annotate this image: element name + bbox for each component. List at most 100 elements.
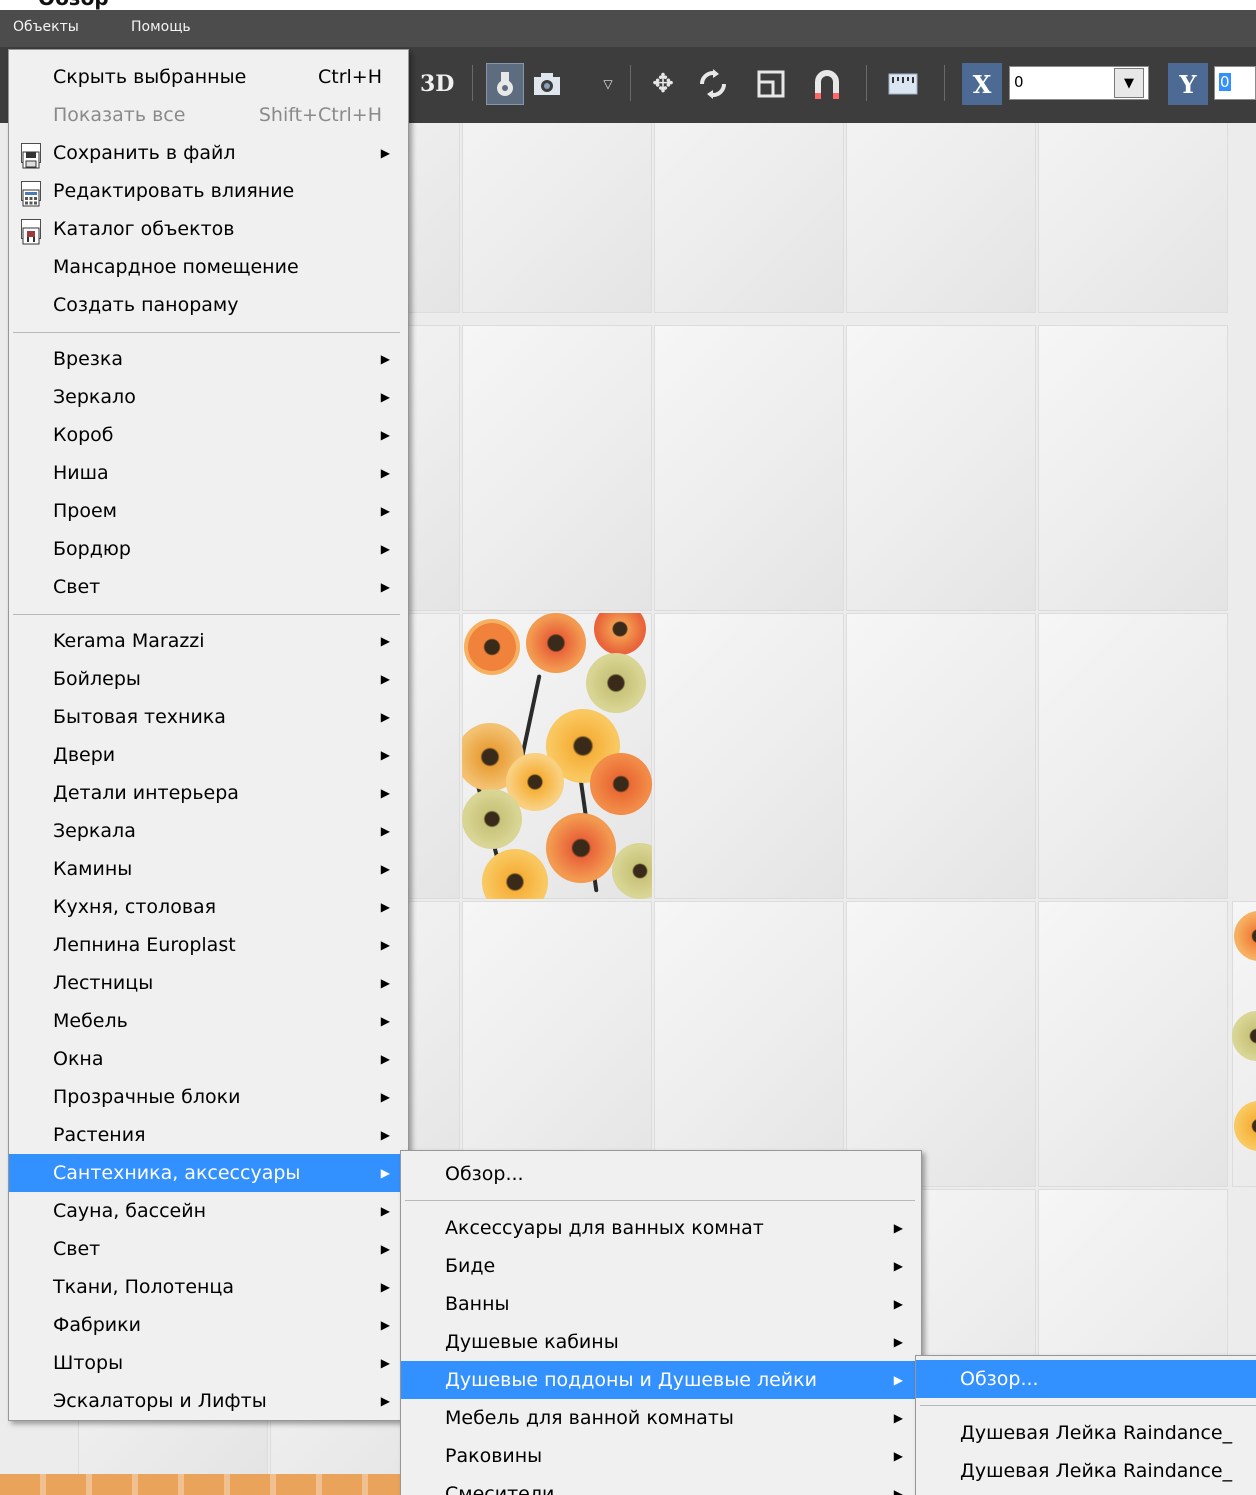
show-all-item[interactable]: Показать все Shift+Ctrl+H: [9, 96, 408, 134]
catalog-label: Фабрики: [53, 1314, 141, 1336]
catalog-item[interactable]: Свет ▶: [9, 1230, 408, 1268]
attic-room-item[interactable]: Мансардное помещение: [9, 248, 408, 286]
plumbing-item[interactable]: Раковины ▶: [401, 1437, 921, 1475]
construction-label: Бордюр: [53, 538, 131, 560]
catalog-item[interactable]: Двери ▶: [9, 736, 408, 774]
x-dropdown-button[interactable]: ▼: [1114, 68, 1144, 98]
catalog-item[interactable]: Ткани, Полотенца ▶: [9, 1268, 408, 1306]
plumbing-label: Биде: [445, 1255, 496, 1277]
catalog-item[interactable]: Окна ▶: [9, 1040, 408, 1078]
catalog-item[interactable]: Бытовая техника ▶: [9, 698, 408, 736]
toolbar-divider: [944, 65, 945, 101]
submenu-arrow-icon: ▶: [380, 634, 390, 648]
catalog-item[interactable]: Прозрачные блоки ▶: [9, 1078, 408, 1116]
move-icon[interactable]: ✥: [644, 63, 682, 105]
light-bulb-icon[interactable]: [486, 63, 524, 105]
plumbing-item[interactable]: Аксессуары для ванных комнат ▶: [401, 1209, 921, 1247]
catalog-item[interactable]: Зеркала ▶: [9, 812, 408, 850]
save-to-file-item[interactable]: Сохранить в файл ▶: [9, 134, 408, 172]
shower-item[interactable]: Душевая Лейка Raindance_: [916, 1452, 1256, 1490]
menu-help[interactable]: Помощь: [131, 19, 191, 35]
catalog-label: Детали интерьера: [53, 782, 239, 804]
plumbing-browse-item[interactable]: Обзор...: [401, 1155, 921, 1193]
catalog-label: Ткани, Полотенца: [53, 1276, 235, 1298]
catalog-item[interactable]: Kerama Marazzi ▶: [9, 622, 408, 660]
construction-item[interactable]: Короб ▶: [9, 416, 408, 454]
catalog-item[interactable]: Шторы ▶: [9, 1344, 408, 1382]
catalog-item[interactable]: Лестницы ▶: [9, 964, 408, 1002]
catalog-item[interactable]: Эскалаторы и Лифты ▶: [9, 1382, 408, 1420]
catalog-item[interactable]: Камины ▶: [9, 850, 408, 888]
submenu-arrow-icon: ▶: [893, 1449, 903, 1463]
plumbing-item[interactable]: Смесители ▶: [401, 1475, 921, 1495]
show-all-shortcut: Shift+Ctrl+H: [258, 104, 382, 126]
border-tile-strip: [0, 1474, 400, 1495]
catalog-label: Зеркала: [53, 820, 136, 842]
submenu-arrow-icon: ▶: [893, 1487, 903, 1495]
catalog-item[interactable]: Детали интерьера ▶: [9, 774, 408, 812]
floral-decor-tile: [1232, 901, 1256, 1187]
shower-item[interactable]: Душевая Лейка Raindance_: [916, 1414, 1256, 1452]
catalog-item-plumbing[interactable]: Сантехника, аксессуары ▶: [9, 1154, 408, 1192]
plumbing-item[interactable]: Ванны ▶: [401, 1285, 921, 1323]
submenu-arrow-icon: ▶: [380, 466, 390, 480]
scale-icon[interactable]: [752, 63, 790, 105]
submenu-arrow-icon: ▶: [380, 146, 390, 160]
rotate-icon[interactable]: [694, 63, 732, 105]
camera-icon[interactable]: [528, 63, 566, 105]
magnet-icon[interactable]: [808, 63, 846, 105]
edit-influence-item[interactable]: Редактировать влияние: [9, 172, 408, 210]
plumbing-item[interactable]: Мебель для ванной комнаты ▶: [401, 1399, 921, 1437]
y-coordinate-input[interactable]: 0: [1214, 66, 1256, 100]
shower-browse-item[interactable]: Обзор...: [916, 1360, 1256, 1398]
construction-item[interactable]: Свет ▶: [9, 568, 408, 606]
menu-separator: [13, 332, 400, 333]
construction-item[interactable]: Ниша ▶: [9, 454, 408, 492]
catalog-label: Шторы: [53, 1352, 124, 1374]
menu-bar: Объекты Помощь: [0, 10, 1256, 47]
construction-item[interactable]: Бордюр ▶: [9, 530, 408, 568]
plumbing-item-shower-trays[interactable]: Душевые поддоны и Душевые лейки ▶: [401, 1361, 921, 1399]
construction-label: Короб: [53, 424, 114, 446]
mode-3d-button[interactable]: 3D: [420, 71, 454, 97]
x-axis-label: X: [962, 63, 1002, 105]
shower-browse-label: Обзор...: [960, 1368, 1039, 1390]
ruler-icon[interactable]: [884, 63, 922, 105]
catalog-item[interactable]: Растения ▶: [9, 1116, 408, 1154]
construction-item[interactable]: Врезка ▶: [9, 340, 408, 378]
shower-label: Душевая Лейка Raindance_: [960, 1460, 1233, 1482]
hide-selected-shortcut: Ctrl+H: [317, 66, 382, 88]
submenu-arrow-icon: ▶: [380, 1052, 390, 1066]
plumbing-item[interactable]: Биде ▶: [401, 1247, 921, 1285]
submenu-arrow-icon: ▶: [380, 542, 390, 556]
construction-item[interactable]: Зеркало ▶: [9, 378, 408, 416]
plumbing-item[interactable]: Душевые кабины ▶: [401, 1323, 921, 1361]
camera-dropdown-icon[interactable]: ▽: [598, 63, 618, 105]
create-panorama-label: Создать панораму: [53, 294, 239, 316]
submenu-arrow-icon: ▶: [380, 824, 390, 838]
catalog-item[interactable]: Лепнина Europlast ▶: [9, 926, 408, 964]
submenu-arrow-icon: ▶: [380, 1280, 390, 1294]
catalog-item[interactable]: Кухня, столовая ▶: [9, 888, 408, 926]
catalog-label: Свет: [53, 1238, 101, 1260]
wall-tile: [1038, 613, 1228, 899]
construction-item[interactable]: Проем ▶: [9, 492, 408, 530]
catalog-label: Прозрачные блоки: [53, 1086, 241, 1108]
construction-label: Зеркало: [53, 386, 136, 408]
catalog-item[interactable]: Фабрики ▶: [9, 1306, 408, 1344]
menu-separator: [13, 614, 400, 615]
wall-tile: [846, 123, 1036, 313]
wall-tile: [654, 613, 844, 899]
hide-selected-item[interactable]: Скрыть выбранные Ctrl+H: [9, 58, 408, 96]
wall-tile: [846, 325, 1036, 611]
catalog-item[interactable]: Сауна, бассейн ▶: [9, 1192, 408, 1230]
object-catalog-item[interactable]: Каталог объектов: [9, 210, 408, 248]
catalog-item[interactable]: Мебель ▶: [9, 1002, 408, 1040]
object-catalog-label: Каталог объектов: [53, 218, 235, 240]
submenu-arrow-icon: ▶: [380, 938, 390, 952]
create-panorama-item[interactable]: Создать панораму: [9, 286, 408, 324]
submenu-arrow-icon: ▶: [380, 710, 390, 724]
wall-tile: [1038, 123, 1228, 313]
catalog-item[interactable]: Бойлеры ▶: [9, 660, 408, 698]
menu-objects[interactable]: Объекты: [13, 19, 79, 35]
